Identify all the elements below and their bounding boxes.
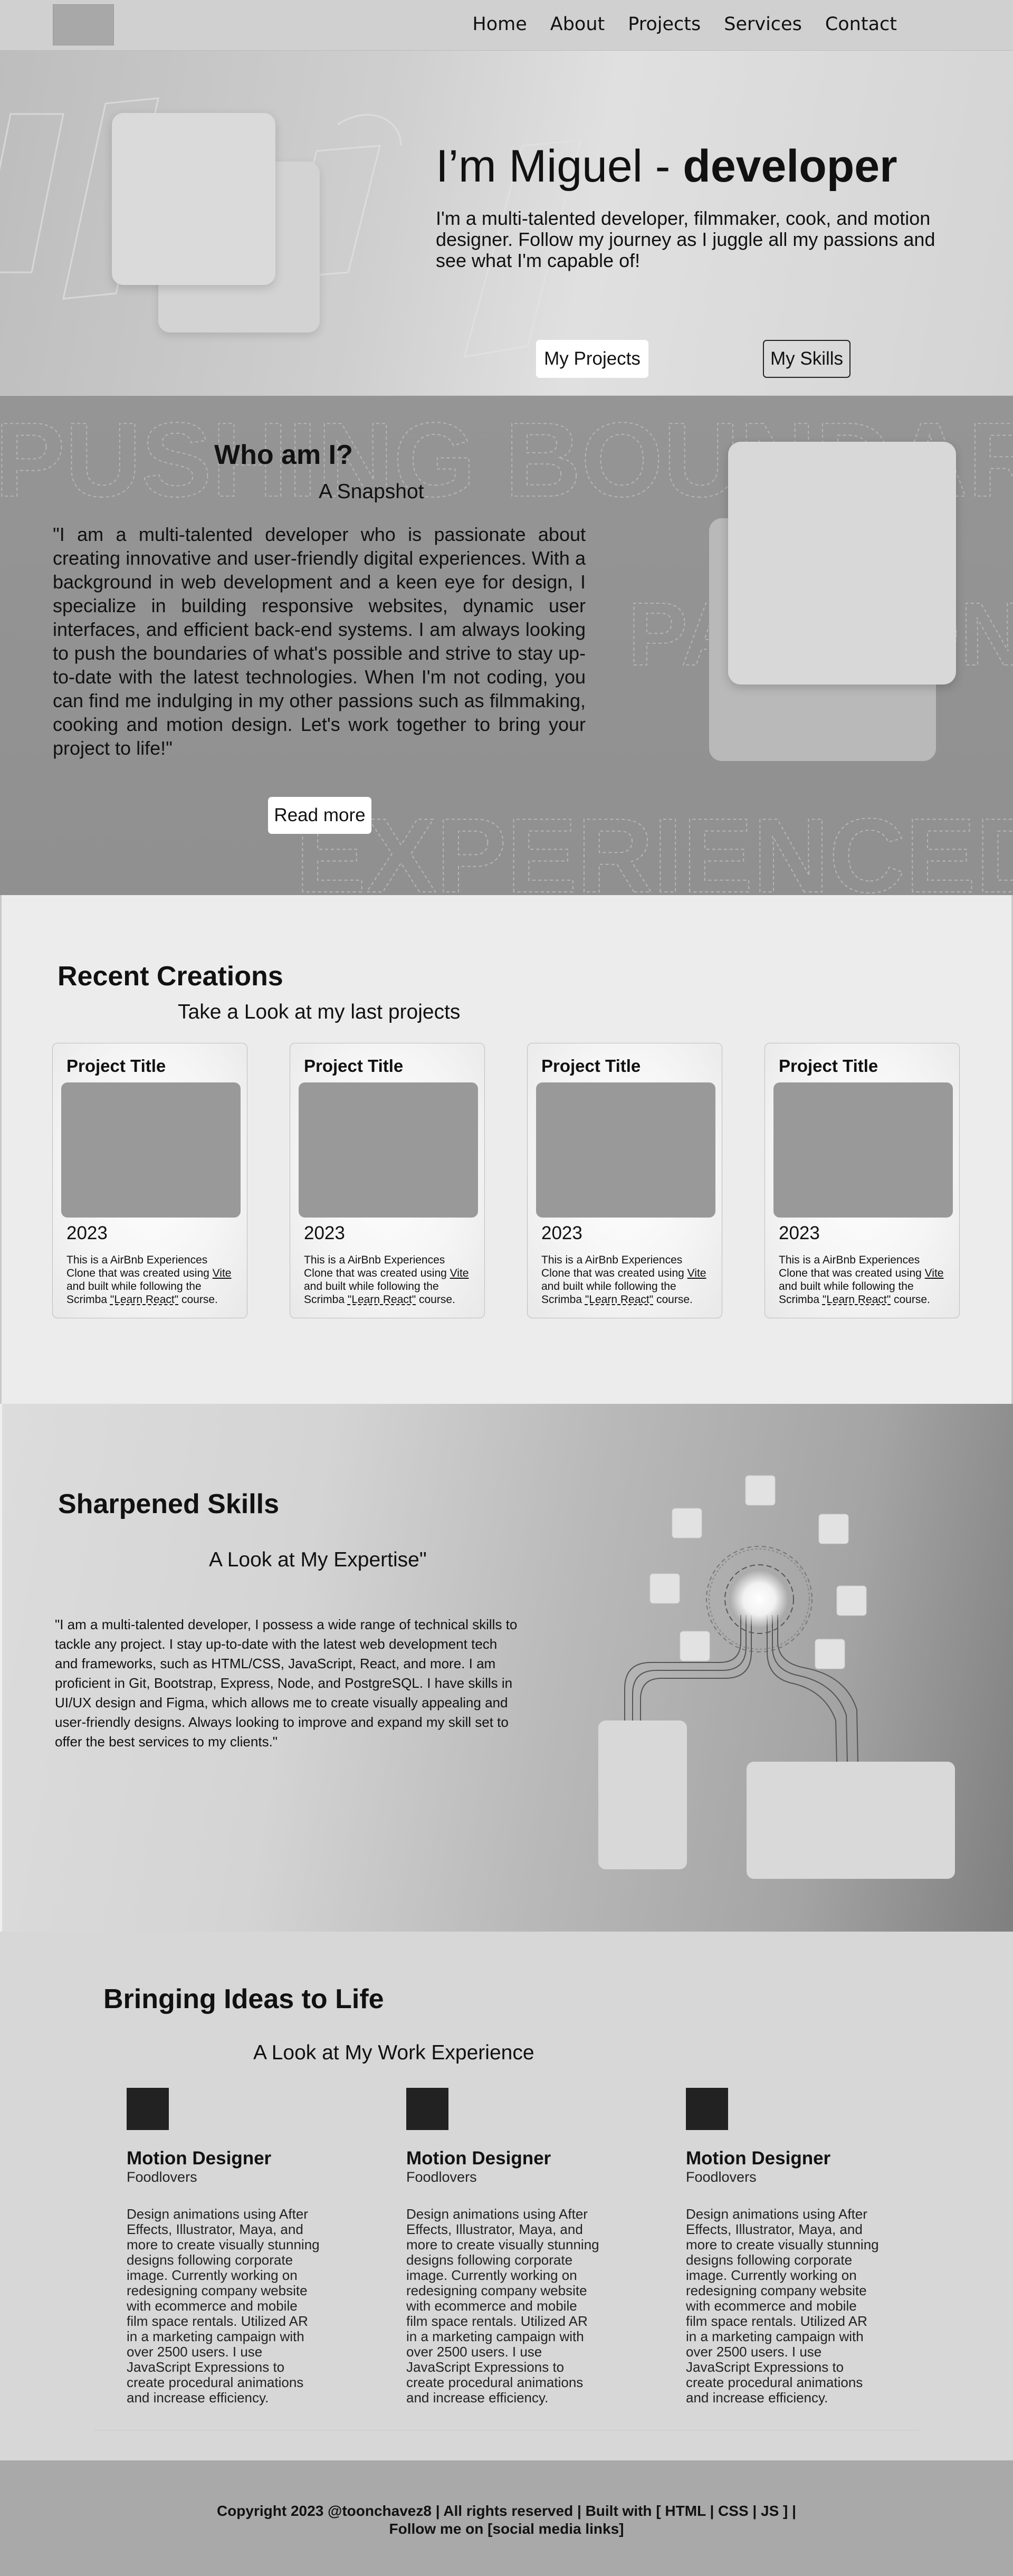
- skills-section: Sharpened Skills A Look at My Expertise"…: [0, 1404, 1013, 1932]
- project-card[interactable]: Project Title 2023 This is a AirBnb Expe…: [52, 1043, 247, 1318]
- skill-tile: [680, 1631, 710, 1661]
- job-role: Motion Designer: [127, 2148, 272, 2169]
- site-logo[interactable]: [53, 4, 114, 45]
- project-card[interactable]: Project Title 2023 This is a AirBnb Expe…: [290, 1043, 485, 1318]
- job-company: Foodlovers: [406, 2169, 477, 2185]
- my-skills-button[interactable]: My Skills: [763, 340, 850, 378]
- company-logo: [686, 2088, 728, 2130]
- job-company: Foodlovers: [127, 2169, 197, 2185]
- project-card-description: This is a AirBnb Experiences Clone that …: [66, 1254, 232, 1306]
- projects-subtitle: Take a Look at my last projects: [178, 1001, 461, 1023]
- learn-react-link[interactable]: "Learn React": [823, 1294, 891, 1306]
- company-logo: [406, 2088, 448, 2130]
- project-card[interactable]: Project Title 2023 This is a AirBnb Expe…: [764, 1043, 960, 1318]
- hero-intro: I'm a multi-talented developer, filmmake…: [436, 207, 935, 271]
- project-card-year: 2023: [779, 1223, 820, 1243]
- hero-title: I’m Miguel - developer: [436, 141, 897, 192]
- footer: Copyright 2023 @toonchavez8 | All rights…: [0, 2460, 1013, 2576]
- skills-title: Sharpened Skills: [58, 1489, 280, 1519]
- project-card-year: 2023: [304, 1223, 345, 1243]
- job-role: Motion Designer: [686, 2148, 831, 2169]
- about-image-front: [728, 442, 956, 685]
- projects-title: Recent Creations: [58, 961, 283, 992]
- nav-services-link[interactable]: Services: [724, 14, 802, 35]
- job-company: Foodlovers: [686, 2169, 757, 2185]
- skills-subtitle: A Look at My Expertise": [209, 1548, 427, 1571]
- experience-item: Motion Designer Foodlovers Design animat…: [127, 2088, 322, 2406]
- learn-react-link[interactable]: "Learn React": [110, 1294, 178, 1306]
- skills-quote: "I am a multi-talented developer, I poss…: [55, 1617, 518, 1750]
- nav-projects-link[interactable]: Projects: [628, 14, 701, 35]
- about-section: PUSHING BOUNDARIES PASSIONATE EXPERIENCE…: [0, 396, 1013, 895]
- experience-item: Motion Designer Foodlovers Design animat…: [686, 2088, 881, 2406]
- project-card-title: Project Title: [541, 1056, 641, 1076]
- skill-tile: [649, 1573, 680, 1604]
- about-subtitle: A Snapshot: [319, 480, 424, 503]
- learn-react-link[interactable]: "Learn React": [348, 1294, 416, 1306]
- skill-tile: [818, 1514, 849, 1544]
- job-description: Design animations using After Effects, I…: [686, 2206, 879, 2406]
- about-quote: "I am a multi-talented developer who is …: [53, 524, 586, 759]
- experience-subtitle: A Look at My Work Experience: [253, 2041, 534, 2064]
- read-more-button[interactable]: Read more: [268, 797, 371, 834]
- project-card-image: [536, 1082, 715, 1218]
- nav-links: Home About Projects Services Contact: [472, 14, 897, 35]
- footer-copyright: Copyright 2023 @toonchavez8 | All rights…: [216, 2503, 796, 2519]
- top-navbar: Home About Projects Services Contact: [0, 0, 1013, 51]
- skill-tile: [745, 1475, 776, 1506]
- skills-card-left: [598, 1720, 687, 1869]
- project-card-image: [299, 1082, 478, 1218]
- hero-section: I’m Miguel - developer I'm a multi-talen…: [0, 51, 1013, 396]
- hero-image-front: [112, 113, 275, 285]
- vite-link[interactable]: Vite: [687, 1267, 706, 1279]
- experience-title: Bringing Ideas to Life: [103, 1984, 384, 2014]
- project-card-year: 2023: [541, 1223, 582, 1243]
- project-card-description: This is a AirBnb Experiences Clone that …: [541, 1254, 706, 1306]
- vite-link[interactable]: Vite: [925, 1267, 944, 1279]
- project-card-description: This is a AirBnb Experiences Clone that …: [304, 1254, 469, 1306]
- project-card[interactable]: Project Title 2023 This is a AirBnb Expe…: [527, 1043, 722, 1318]
- project-card-title: Project Title: [66, 1056, 166, 1076]
- project-card-description: This is a AirBnb Experiences Clone that …: [779, 1254, 944, 1306]
- project-card-image: [773, 1082, 953, 1218]
- vite-link[interactable]: Vite: [450, 1267, 469, 1279]
- job-role: Motion Designer: [406, 2148, 551, 2169]
- project-card-image: [61, 1082, 241, 1218]
- job-description: Design animations using After Effects, I…: [406, 2206, 599, 2406]
- nav-contact-link[interactable]: Contact: [825, 14, 897, 35]
- vite-link[interactable]: Vite: [213, 1267, 232, 1279]
- about-title: Who am I?: [214, 440, 353, 470]
- skill-tile: [672, 1508, 702, 1538]
- experience-item: Motion Designer Foodlovers Design animat…: [406, 2088, 601, 2406]
- job-description: Design animations using After Effects, I…: [127, 2206, 320, 2406]
- footer-social-links[interactable]: Follow me on [social media links]: [0, 2521, 1013, 2537]
- project-card-year: 2023: [66, 1223, 108, 1243]
- experience-list: Motion Designer Foodlovers Design animat…: [127, 2088, 881, 2406]
- bg-word-experienced: EXPERIENCED: [295, 797, 1013, 895]
- skill-tile: [836, 1585, 867, 1616]
- project-cards: Project Title 2023 This is a AirBnb Expe…: [52, 1043, 960, 1318]
- skills-card-right: [747, 1762, 955, 1879]
- section-divider: [94, 2430, 919, 2431]
- nav-about-link[interactable]: About: [550, 14, 605, 35]
- experience-section: Bringing Ideas to Life A Look at My Work…: [0, 1932, 1013, 2460]
- nav-home-link[interactable]: Home: [472, 14, 527, 35]
- my-projects-button[interactable]: My Projects: [536, 340, 648, 378]
- project-card-title: Project Title: [304, 1056, 404, 1076]
- skill-tile: [815, 1639, 845, 1669]
- projects-section: Recent Creations Take a Look at my last …: [0, 895, 1013, 1404]
- company-logo: [127, 2088, 169, 2130]
- project-card-title: Project Title: [779, 1056, 878, 1076]
- learn-react-link[interactable]: "Learn React": [585, 1294, 653, 1306]
